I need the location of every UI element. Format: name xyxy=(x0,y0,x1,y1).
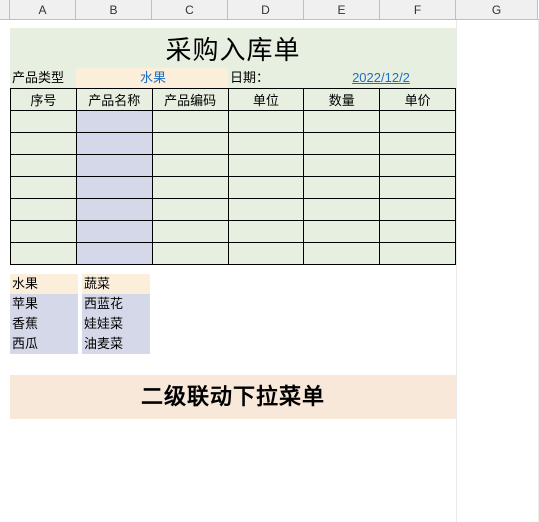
cell[interactable] xyxy=(152,155,228,177)
col-header-C[interactable]: C xyxy=(152,0,228,19)
cell[interactable] xyxy=(152,177,228,199)
cell[interactable] xyxy=(380,111,456,133)
th-price: 单价 xyxy=(380,89,456,111)
cell-product-name[interactable] xyxy=(76,155,152,177)
lookup-cell[interactable]: 香蕉 xyxy=(10,314,78,334)
cell-product-name[interactable] xyxy=(76,111,152,133)
cell[interactable] xyxy=(11,221,77,243)
cell[interactable] xyxy=(380,243,456,265)
cell[interactable] xyxy=(152,221,228,243)
col-header-D[interactable]: D xyxy=(228,0,304,19)
cell[interactable] xyxy=(304,177,380,199)
cell[interactable] xyxy=(304,155,380,177)
cell[interactable] xyxy=(380,155,456,177)
col-header-F[interactable]: F xyxy=(380,0,456,19)
table-row xyxy=(11,221,456,243)
cell[interactable] xyxy=(380,199,456,221)
table-row xyxy=(11,177,456,199)
cell[interactable] xyxy=(152,199,228,221)
cell[interactable] xyxy=(152,111,228,133)
lookup-cell[interactable]: 西蓝花 xyxy=(82,294,150,314)
cell-product-name[interactable] xyxy=(76,221,152,243)
cell[interactable] xyxy=(228,221,304,243)
cell[interactable] xyxy=(11,199,77,221)
table-row xyxy=(11,155,456,177)
table-body xyxy=(11,111,456,265)
cell[interactable] xyxy=(228,133,304,155)
cell[interactable] xyxy=(11,155,77,177)
info-row: 产品类型 水果 日期： 2022/12/2 xyxy=(10,68,456,88)
cell[interactable] xyxy=(380,221,456,243)
table-row xyxy=(11,243,456,265)
col-header-E[interactable]: E xyxy=(304,0,380,19)
table-row xyxy=(11,133,456,155)
th-unit: 单位 xyxy=(228,89,304,111)
cell[interactable] xyxy=(152,243,228,265)
cell[interactable] xyxy=(304,243,380,265)
lookup-header-fruit: 水果 xyxy=(10,274,78,294)
cell[interactable] xyxy=(228,199,304,221)
row-header-corner xyxy=(0,0,10,19)
lookup-lists: 水果 蔬菜 苹果 西蓝花 香蕉 娃娃菜 西瓜 油麦菜 xyxy=(10,274,150,354)
cell[interactable] xyxy=(228,243,304,265)
cell[interactable] xyxy=(11,133,77,155)
column-header-bar: A B C D E F G xyxy=(0,0,539,20)
lookup-cell[interactable]: 娃娃菜 xyxy=(82,314,150,334)
cell-product-name[interactable] xyxy=(76,133,152,155)
product-type-value[interactable]: 水果 xyxy=(76,68,228,88)
cell[interactable] xyxy=(380,177,456,199)
th-qty: 数量 xyxy=(304,89,380,111)
table-header-row: 序号 产品名称 产品编码 单位 数量 单价 xyxy=(11,89,456,111)
cell[interactable] xyxy=(228,111,304,133)
lookup-row: 香蕉 娃娃菜 xyxy=(10,314,150,334)
lookup-row: 西瓜 油麦菜 xyxy=(10,334,150,354)
lookup-cell[interactable]: 西瓜 xyxy=(10,334,78,354)
cell[interactable] xyxy=(380,133,456,155)
lookup-header-row: 水果 蔬菜 xyxy=(10,274,150,294)
cell[interactable] xyxy=(304,221,380,243)
lookup-row: 苹果 西蓝花 xyxy=(10,294,150,314)
cell-product-name[interactable] xyxy=(76,199,152,221)
page-title: 采购入库单 xyxy=(10,28,456,68)
th-code: 产品编码 xyxy=(152,89,228,111)
cell[interactable] xyxy=(11,177,77,199)
cell[interactable] xyxy=(11,243,77,265)
cell[interactable] xyxy=(228,155,304,177)
lookup-cell[interactable]: 苹果 xyxy=(10,294,78,314)
cell-product-name[interactable] xyxy=(76,177,152,199)
table-row xyxy=(11,199,456,221)
th-name: 产品名称 xyxy=(76,89,152,111)
cell-product-name[interactable] xyxy=(76,243,152,265)
date-value[interactable]: 2022/12/2 xyxy=(304,68,456,88)
table-row xyxy=(11,111,456,133)
cell[interactable] xyxy=(152,133,228,155)
cell[interactable] xyxy=(304,133,380,155)
lookup-header-vegetable: 蔬菜 xyxy=(82,274,150,294)
cell[interactable] xyxy=(304,199,380,221)
lookup-cell[interactable]: 油麦菜 xyxy=(82,334,150,354)
purchase-table: 序号 产品名称 产品编码 单位 数量 单价 xyxy=(10,88,456,265)
cell[interactable] xyxy=(11,111,77,133)
date-label: 日期： xyxy=(228,68,304,88)
cell[interactable] xyxy=(304,111,380,133)
product-type-label: 产品类型 xyxy=(10,68,76,88)
cell[interactable] xyxy=(228,177,304,199)
col-header-A[interactable]: A xyxy=(10,0,76,19)
col-header-B[interactable]: B xyxy=(76,0,152,19)
col-header-G[interactable]: G xyxy=(456,0,538,19)
banner-label: 二级联动下拉菜单 xyxy=(10,375,456,419)
th-seq: 序号 xyxy=(11,89,77,111)
